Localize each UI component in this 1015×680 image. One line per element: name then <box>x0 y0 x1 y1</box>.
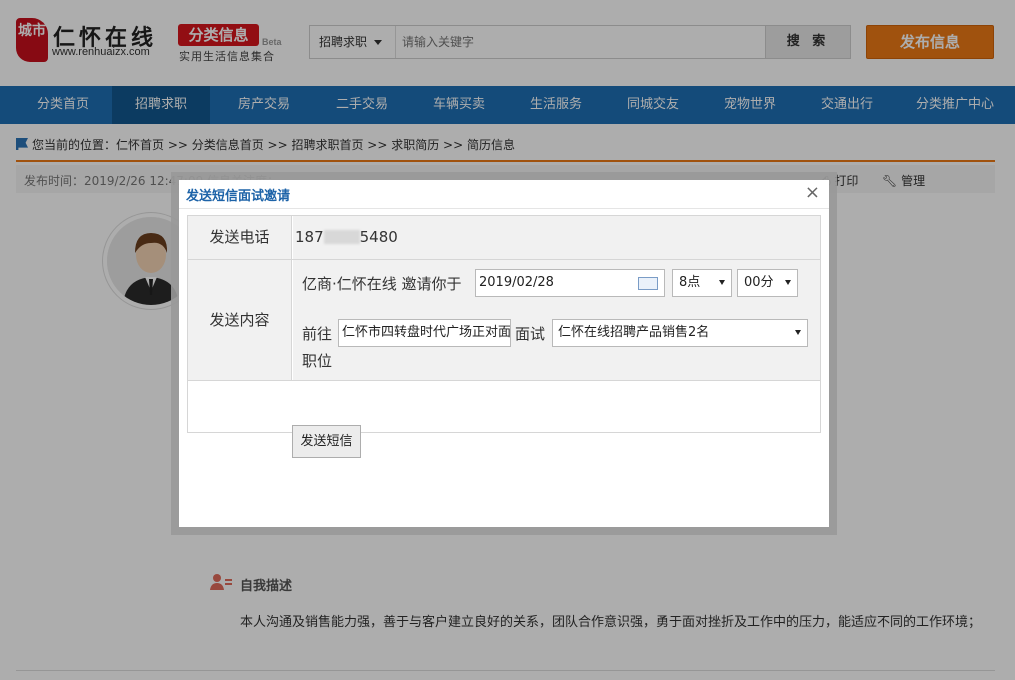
address-value: 仁怀市四转盘时代广场正对面 <box>342 325 511 340</box>
dialog-title: 发送短信面试邀请 <box>186 189 291 204</box>
divider <box>179 208 829 209</box>
goto-text: 前往 <box>302 325 333 343</box>
minute-value: 00分 <box>744 275 774 290</box>
invite-text: 亿商·仁怀在线 邀请你于 <box>302 275 462 293</box>
hour-select[interactable]: 8点 <box>672 269 732 297</box>
date-input[interactable]: 2019/02/28 <box>475 269 665 297</box>
chevron-down-icon <box>785 280 791 285</box>
address-input[interactable]: 仁怀市四转盘时代广场正对面 <box>338 319 511 347</box>
divider <box>188 380 820 381</box>
phone-number: 187 5480 <box>295 228 398 246</box>
send-sms-button[interactable]: 发送短信 <box>292 425 361 458</box>
content-label: 发送内容 <box>188 260 292 380</box>
redaction-mask <box>323 230 360 244</box>
chevron-down-icon <box>795 330 801 335</box>
hour-value: 8点 <box>679 275 701 290</box>
date-value: 2019/02/28 <box>479 275 554 290</box>
position-suffix: 职位 <box>302 352 333 370</box>
phone-suffix: 5480 <box>359 228 398 246</box>
phone-label: 发送电话 <box>188 216 292 259</box>
sms-invite-dialog: 发送短信面试邀请 × 发送电话 发送内容 发送短信 187 5480 亿商·仁怀在… <box>179 180 829 527</box>
close-icon[interactable]: × <box>805 182 820 203</box>
phone-prefix: 187 <box>295 228 324 246</box>
position-value: 仁怀在线招聘产品销售2名 <box>558 325 710 340</box>
position-select[interactable]: 仁怀在线招聘产品销售2名 <box>552 319 808 347</box>
interview-text: 面试 <box>515 325 546 343</box>
chevron-down-icon <box>719 280 725 285</box>
calendar-icon[interactable] <box>638 277 658 290</box>
minute-select[interactable]: 00分 <box>737 269 798 297</box>
